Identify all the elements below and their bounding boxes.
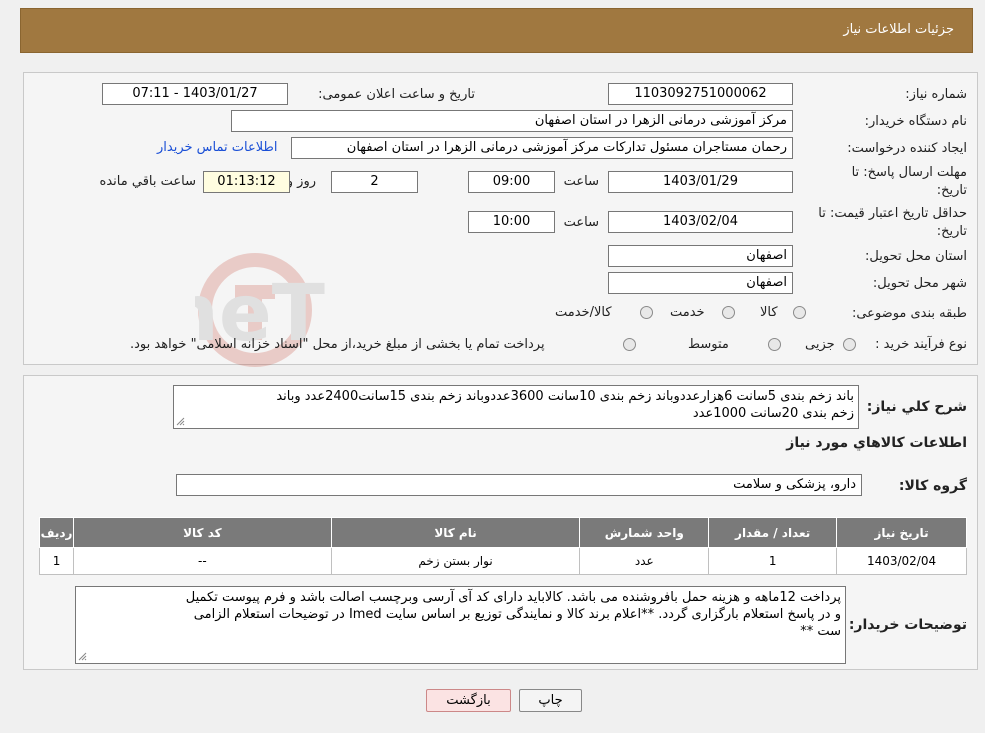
remaining-time-field: 01:13:12 (203, 171, 290, 193)
deadline-label-line2: تاریخ: (936, 183, 967, 198)
items-table: تاریخ نیاز تعداد / مقدار واحد شمارش نام … (38, 517, 967, 575)
buyer-notes-line1: پرداخت 12ماهه و هزینه حمل بافروشنده می ب… (185, 590, 841, 605)
back-button[interactable]: بازگشت (426, 689, 511, 712)
resize-grip-icon[interactable] (78, 652, 87, 661)
buyer-contact-link[interactable]: اطلاعات تماس خریدار (157, 140, 277, 155)
delivery-city-field: اصفهان (608, 272, 793, 294)
category-option-service: خدمت (670, 305, 705, 320)
purchase-option-minor: جزیی (805, 337, 835, 352)
page-header: جزئیات اطلاعات نیاز (20, 8, 973, 53)
goods-group-field: دارو، پزشکی و سلامت (176, 474, 862, 496)
col-need-date: تاریخ نیاز (836, 517, 967, 548)
table-row[interactable]: 1403/02/04 1 عدد نوار بستن زخم -- 1 (38, 547, 967, 575)
col-item-code: کد کالا (73, 517, 332, 548)
buyer-notes-line2: و در پاسخ استعلام بارگزاری گردد. **اعلام… (193, 607, 841, 622)
col-unit: واحد شمارش (579, 517, 710, 548)
price-validity-time-field: 10:00 (468, 211, 555, 233)
delivery-province-field: اصفهان (608, 245, 793, 267)
deadline-label-line1: مهلت ارسال پاسخ: تا (851, 165, 967, 180)
buyer-org-label: نام دستگاه خریدار: (864, 114, 967, 129)
buyer-notes-line3: ست ** (800, 624, 841, 639)
general-desc-line1: باند زخم بندی 5سانت 6هزارعددوباند زخم بن… (276, 389, 854, 404)
items-section-title: اطلاعات کالاهاي مورد نياز (786, 435, 967, 451)
items-table-header: تاریخ نیاز تعداد / مقدار واحد شمارش نام … (38, 517, 967, 548)
category-label: طبقه بندی موضوعی: (851, 306, 967, 321)
price-validity-label-line2: تاریخ: (936, 224, 967, 239)
general-desc-field[interactable]: باند زخم بندی 5سانت 6هزارعددوباند زخم بن… (173, 385, 859, 429)
need-number-field: 1103092751000062 (608, 83, 793, 105)
cell-row: 1 (38, 547, 75, 575)
purchase-radio-minor[interactable] (843, 338, 856, 351)
page-title: جزئیات اطلاعات نیاز (843, 22, 954, 37)
need-number-label: شماره نیاز: (905, 87, 967, 102)
deadline-time-field: 09:00 (468, 171, 555, 193)
price-validity-label-line1: حداقل تاریخ اعتبار قیمت: تا (818, 206, 967, 221)
purchase-option-medium: متوسط (688, 337, 729, 352)
print-button[interactable]: چاپ (519, 689, 582, 712)
deadline-time-label: ساعت (563, 174, 599, 189)
cell-quantity: 1 (708, 547, 838, 575)
remaining-time-label: ساعت باقي مانده (99, 174, 196, 189)
deadline-date-field: 1403/01/29 (608, 171, 793, 193)
delivery-city-label: شهر محل تحویل: (872, 276, 967, 291)
buyer-notes-label: توضیحات خریدار: (848, 617, 967, 633)
cell-need-date: 1403/02/04 (836, 547, 967, 575)
price-validity-date-field: 1403/02/04 (608, 211, 793, 233)
buyer-org-field: مرکز آموزشی درمانی الزهرا در استان اصفها… (231, 110, 793, 132)
goods-group-label: گروه کالا: (898, 478, 967, 494)
category-radio-goods[interactable] (793, 306, 806, 319)
col-item-name: نام کالا (330, 517, 581, 548)
category-option-goods-service: کالا/خدمت (555, 305, 612, 320)
col-row: ردیف (38, 517, 75, 548)
cell-item-code: -- (73, 547, 332, 575)
requester-label: ایجاد کننده درخواست: (847, 141, 967, 156)
treasury-note: پرداخت تمام یا بخشی از مبلغ خرید،از محل … (130, 337, 545, 352)
cell-unit: عدد (579, 547, 710, 575)
deadline-days-field: 2 (331, 171, 418, 193)
cell-item-name: نوار بستن زخم (330, 547, 581, 575)
delivery-province-label: استان محل تحویل: (865, 249, 967, 264)
general-desc-label: شرح کلي نياز: (866, 399, 967, 415)
col-quantity: تعداد / مقدار (708, 517, 838, 548)
category-radio-goods-service[interactable] (640, 306, 653, 319)
buyer-notes-field[interactable]: پرداخت 12ماهه و هزینه حمل بافروشنده می ب… (75, 586, 846, 664)
resize-grip-icon[interactable] (176, 417, 185, 426)
treasury-checkbox[interactable] (623, 338, 636, 351)
announce-datetime-label: تاریخ و ساعت اعلان عمومی: (318, 87, 475, 102)
purchase-type-label: نوع فرآیند خرید : (875, 337, 967, 352)
general-desc-line2: زخم بندی 20سانت 1000عدد (692, 406, 854, 421)
deadline-days-label: روز و (286, 174, 316, 189)
category-option-goods: کالا (760, 305, 778, 320)
price-validity-time-label: ساعت (563, 215, 599, 230)
announce-datetime-field: 1403/01/27 - 07:11 (102, 83, 288, 105)
requester-field: رحمان مستاجران مسئول تدارکات مرکز آموزشی… (291, 137, 793, 159)
purchase-radio-medium[interactable] (768, 338, 781, 351)
category-radio-service[interactable] (722, 306, 735, 319)
